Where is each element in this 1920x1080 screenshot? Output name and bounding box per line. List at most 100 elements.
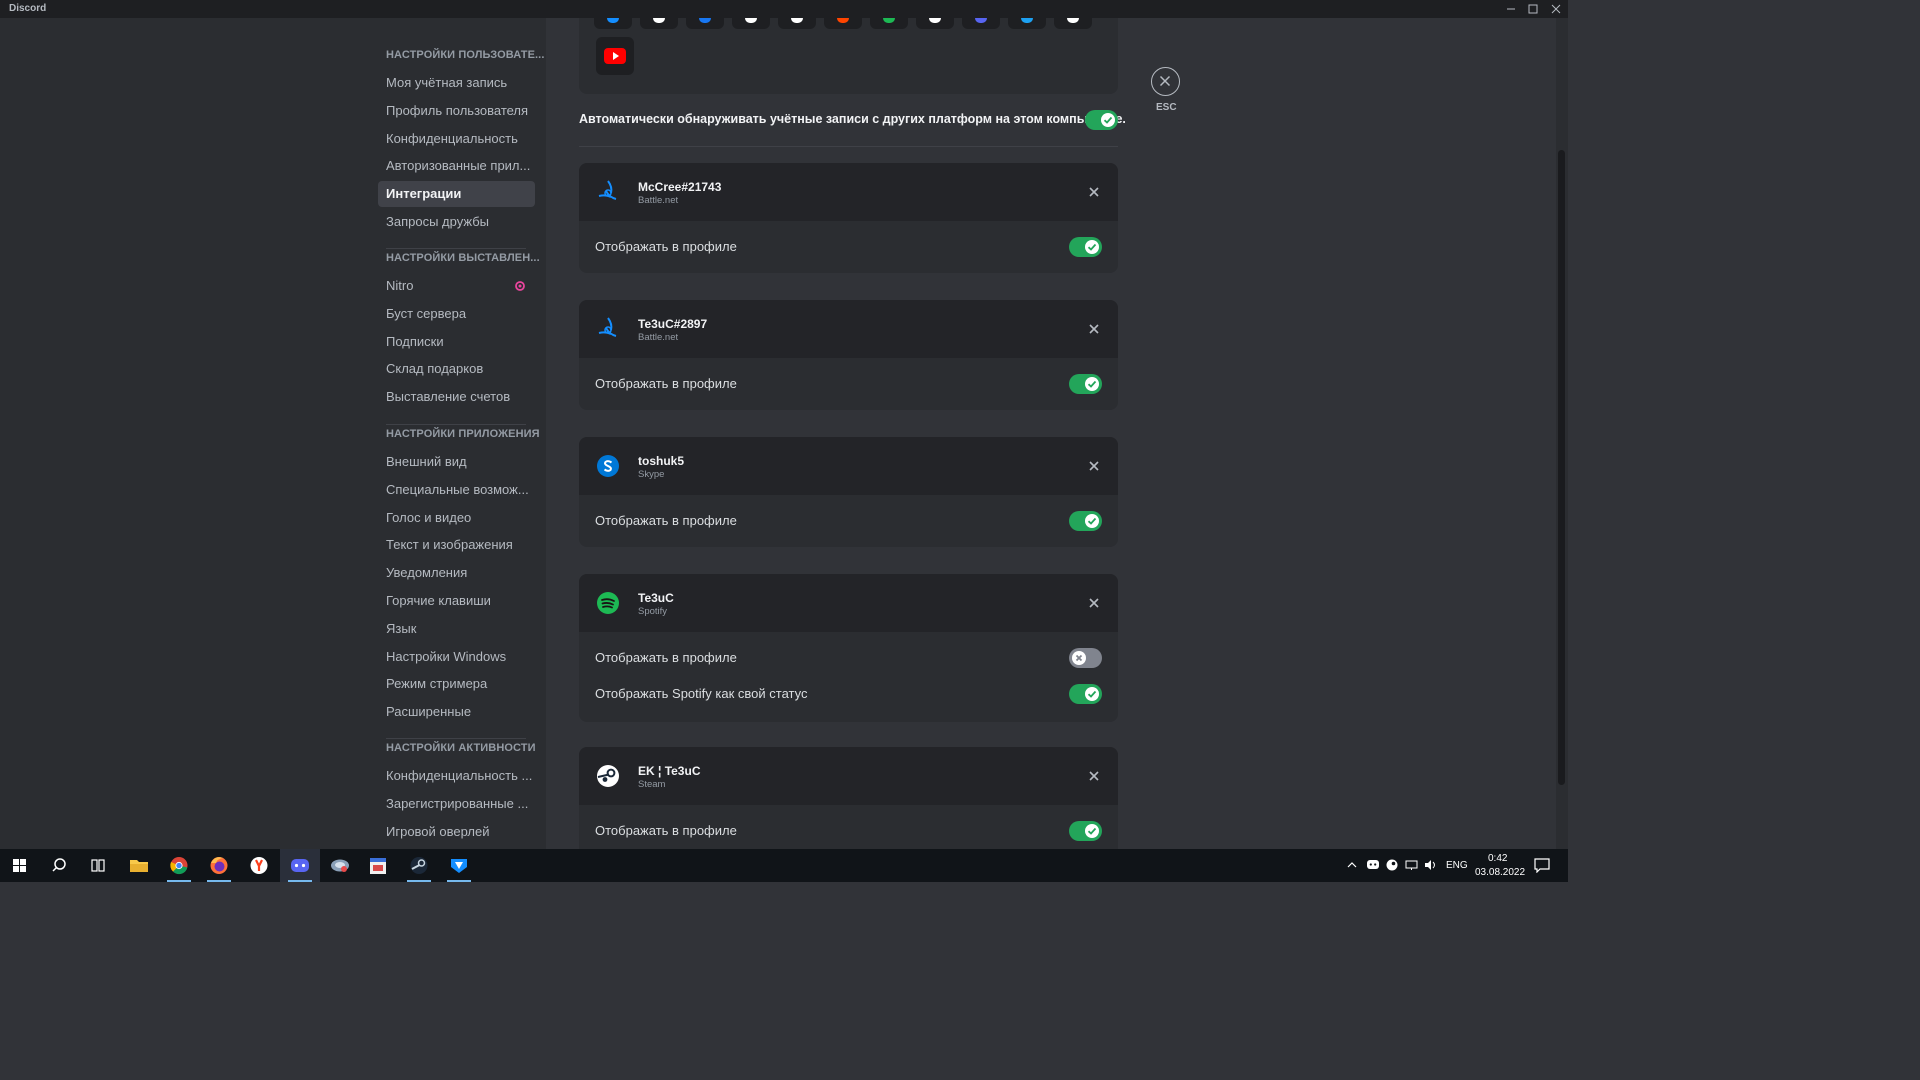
firefox-icon bbox=[210, 857, 228, 874]
sidebar-item-0-5[interactable]: Запросы дружбы bbox=[378, 209, 535, 235]
windows-logo-icon bbox=[13, 859, 26, 872]
show-in-profile-toggle[interactable] bbox=[1069, 684, 1102, 704]
show-in-profile-toggle[interactable] bbox=[1069, 374, 1102, 394]
playstation-icon bbox=[1067, 18, 1079, 23]
sidebar-item-3-1[interactable]: Зарегистрированные ... bbox=[378, 791, 535, 817]
sidebar-item-1-0[interactable]: Nitro bbox=[378, 273, 535, 299]
show-in-profile-toggle[interactable] bbox=[1069, 648, 1102, 668]
disconnect-button[interactable] bbox=[1086, 458, 1102, 474]
facebook-connect-button[interactable] bbox=[686, 18, 724, 29]
chrome-taskbar-button[interactable] bbox=[159, 849, 199, 882]
minimize-button[interactable] bbox=[1500, 0, 1522, 18]
disconnect-button[interactable] bbox=[1086, 321, 1102, 337]
show-in-profile-toggle[interactable] bbox=[1069, 821, 1102, 841]
close-icon bbox=[1089, 771, 1099, 781]
section-divider bbox=[579, 146, 1118, 147]
sidebar-item-1-2[interactable]: Подписки bbox=[378, 329, 535, 355]
spotify-connect-button[interactable] bbox=[870, 18, 908, 29]
connection-platform-name: Steam bbox=[638, 779, 666, 790]
twitch-connect-button[interactable] bbox=[916, 18, 954, 29]
connection-setting-row: Отображать в профиле bbox=[579, 358, 1118, 410]
connection-platform-name: Spotify bbox=[638, 606, 668, 617]
sidebar-item-2-8[interactable]: Режим стримера bbox=[378, 671, 535, 697]
sidebar-item-2-3[interactable]: Текст и изображения bbox=[378, 532, 535, 558]
connection-platform-name: Battle.net bbox=[638, 332, 679, 343]
scrollbar-thumb[interactable] bbox=[1558, 150, 1565, 785]
sidebar-item-2-1[interactable]: Специальные возмож... bbox=[378, 477, 535, 503]
maximize-button[interactable] bbox=[1522, 0, 1544, 18]
disconnect-button[interactable] bbox=[1086, 768, 1102, 784]
volume-icon[interactable] bbox=[1424, 859, 1438, 871]
sidebar-item-3-2[interactable]: Игровой оверлей bbox=[378, 819, 535, 845]
show-in-profile-toggle[interactable] bbox=[1069, 511, 1102, 531]
firefox-taskbar-button[interactable] bbox=[199, 849, 239, 882]
start-button[interactable] bbox=[0, 849, 40, 882]
sidebar-item-2-7[interactable]: Настройки Windows bbox=[378, 644, 535, 670]
show-in-profile-toggle[interactable] bbox=[1069, 237, 1102, 257]
app-icon bbox=[331, 859, 349, 872]
close-window-button[interactable] bbox=[1545, 0, 1567, 18]
sidebar-item-0-4[interactable]: Интеграции bbox=[378, 181, 535, 208]
xbox-connect-button[interactable] bbox=[1008, 18, 1046, 29]
spotify-icon bbox=[883, 18, 895, 23]
task-view-icon bbox=[91, 859, 105, 872]
chevron-up-icon[interactable] bbox=[1346, 860, 1358, 870]
steam-taskbar-button[interactable] bbox=[399, 849, 439, 882]
cursor-app-taskbar-button[interactable] bbox=[320, 849, 360, 882]
sidebar-section-header: НАСТРОЙКИ ВЫСТАВЛЕН... bbox=[386, 252, 540, 264]
github-connect-button[interactable] bbox=[732, 18, 770, 29]
yandex-taskbar-button[interactable] bbox=[239, 849, 279, 882]
steam-icon bbox=[410, 857, 428, 874]
sidebar-item-2-9[interactable]: Расширенные bbox=[378, 699, 535, 725]
esc-close-button[interactable] bbox=[1151, 67, 1180, 96]
network-icon[interactable] bbox=[1405, 859, 1419, 871]
steam-icon bbox=[791, 18, 803, 23]
reddit-connect-button[interactable] bbox=[824, 18, 862, 29]
sidebar-item-2-0[interactable]: Внешний вид bbox=[378, 449, 535, 475]
sidebar-item-1-4[interactable]: Выставление счетов bbox=[378, 384, 535, 410]
playstation-connect-button[interactable] bbox=[1054, 18, 1092, 29]
search-button[interactable] bbox=[39, 849, 79, 882]
sidebar-item-3-0[interactable]: Конфиденциальность ... bbox=[378, 763, 535, 789]
notifications-icon[interactable] bbox=[1534, 858, 1550, 873]
battlenet-icon bbox=[595, 316, 621, 342]
explorer-taskbar-button[interactable] bbox=[119, 849, 159, 882]
setting-label: Отображать в профиле bbox=[595, 376, 737, 391]
connection-card: toshuk5 Skype Отображать в профиле bbox=[579, 437, 1118, 547]
editor-taskbar-button[interactable] bbox=[358, 849, 398, 882]
x-icon bbox=[1075, 654, 1083, 662]
auto-detect-toggle[interactable] bbox=[1085, 110, 1118, 130]
steam-tray-icon[interactable] bbox=[1386, 859, 1398, 871]
connection-setting-row: Отображать в профиле bbox=[579, 632, 1118, 676]
connection-card: McCree#21743 Battle.net Отображать в профи… bbox=[579, 163, 1118, 273]
clock-date[interactable]: 03.08.2022 bbox=[1475, 867, 1525, 878]
battlenet-connect-button[interactable] bbox=[594, 18, 632, 29]
close-icon bbox=[1089, 598, 1099, 608]
steam-icon bbox=[595, 763, 621, 789]
sidebar-item-1-3[interactable]: Склад подарков bbox=[378, 356, 535, 382]
battlenet-taskbar-button[interactable] bbox=[439, 849, 479, 882]
sidebar-item-0-0[interactable]: Моя учётная запись bbox=[378, 70, 535, 96]
sidebar-item-2-2[interactable]: Голос и видео bbox=[378, 505, 535, 531]
discord-tray-icon[interactable] bbox=[1366, 859, 1380, 871]
task-view-button[interactable] bbox=[78, 849, 118, 882]
tiktok-connect-button[interactable] bbox=[640, 18, 678, 29]
disconnect-button[interactable] bbox=[1086, 184, 1102, 200]
language-indicator[interactable]: ENG bbox=[1446, 860, 1468, 871]
disconnect-button[interactable] bbox=[1086, 595, 1102, 611]
discord-taskbar-button[interactable] bbox=[280, 849, 320, 882]
steam-connect-button[interactable] bbox=[778, 18, 816, 29]
youtube-connect-button[interactable] bbox=[596, 37, 634, 75]
sidebar-item-2-5[interactable]: Горячие клавиши bbox=[378, 588, 535, 614]
sidebar-item-0-3[interactable]: Авторизованные прил... bbox=[378, 153, 535, 179]
running-indicator bbox=[447, 880, 471, 882]
sidebar-item-2-6[interactable]: Язык bbox=[378, 616, 535, 642]
sidebar-item-2-4[interactable]: Уведомления bbox=[378, 560, 535, 586]
sidebar-item-0-1[interactable]: Профиль пользователя bbox=[378, 98, 535, 124]
clock-time[interactable]: 0:42 bbox=[1488, 853, 1507, 864]
sidebar-item-1-1[interactable]: Буст сервера bbox=[378, 301, 535, 327]
minimize-icon bbox=[1507, 8, 1515, 10]
twitter-connect-button[interactable] bbox=[962, 18, 1000, 29]
settings-sidebar: НАСТРОЙКИ ПОЛЬЗОВАТЕ... Моя учётная запис… bbox=[0, 18, 546, 849]
sidebar-item-0-2[interactable]: Конфиденциальность bbox=[378, 126, 535, 152]
